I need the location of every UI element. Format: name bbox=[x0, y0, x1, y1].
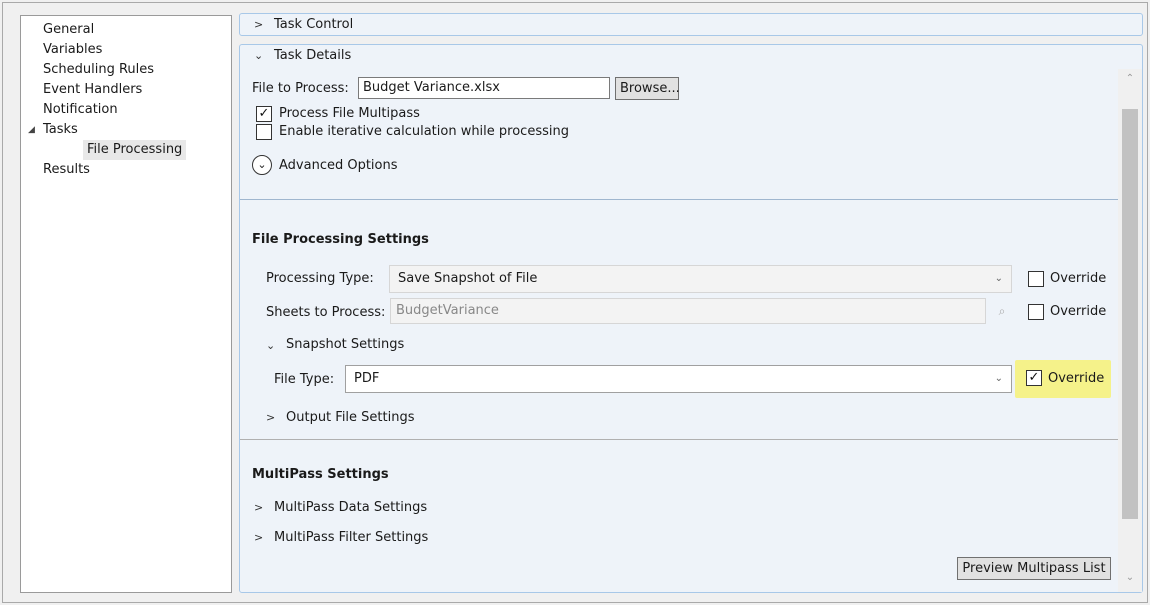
chevron-right-icon: > bbox=[254, 18, 264, 31]
task-details-label: Task Details bbox=[274, 48, 352, 63]
advanced-options-label[interactable]: Advanced Options bbox=[279, 158, 398, 173]
sheets-override-checkbox[interactable] bbox=[1028, 304, 1044, 320]
processing-type-override-checkbox[interactable] bbox=[1028, 271, 1044, 287]
file-type-override-label: Override bbox=[1048, 371, 1105, 386]
tree-item-general[interactable]: General bbox=[43, 20, 94, 40]
tree-item-notification[interactable]: Notification bbox=[43, 100, 118, 120]
task-details-content: File to Process: Budget Variance.xlsx Br… bbox=[240, 69, 1142, 592]
output-file-settings-label[interactable]: Output File Settings bbox=[286, 410, 415, 425]
chevron-right-icon[interactable]: > bbox=[254, 531, 263, 544]
snapshot-settings-label[interactable]: Snapshot Settings bbox=[286, 337, 404, 352]
section-divider bbox=[240, 439, 1142, 440]
task-control-label: Task Control bbox=[274, 17, 354, 32]
chevron-right-icon[interactable]: > bbox=[254, 501, 263, 514]
multipass-title: MultiPass Settings bbox=[252, 467, 389, 482]
tree-item-scheduling-rules[interactable]: Scheduling Rules bbox=[43, 60, 154, 80]
chevron-down-icon: ⌄ bbox=[994, 273, 1003, 284]
file-type-label: File Type: bbox=[274, 372, 335, 387]
sheets-to-process-input[interactable]: BudgetVariance bbox=[390, 298, 986, 324]
tree-item-variables[interactable]: Variables bbox=[43, 40, 102, 60]
expand-circle-icon[interactable]: ⌄ bbox=[252, 155, 272, 175]
file-type-value: PDF bbox=[354, 371, 380, 386]
scroll-up-icon[interactable]: ⌃ bbox=[1118, 73, 1142, 89]
iterative-calc-checkbox[interactable] bbox=[256, 124, 272, 140]
tree-item-results[interactable]: Results bbox=[43, 160, 90, 180]
tree-expand-icon[interactable]: ◢ bbox=[28, 120, 40, 140]
file-type-override-checkbox[interactable]: ✓ bbox=[1026, 370, 1042, 386]
chevron-right-icon[interactable]: > bbox=[266, 411, 275, 424]
iterative-calc-label: Enable iterative calculation while proce… bbox=[279, 124, 569, 139]
file-processing-title: File Processing Settings bbox=[252, 232, 429, 247]
processing-type-select[interactable]: Save Snapshot of File ⌄ bbox=[389, 265, 1012, 293]
tree-item-event-handlers[interactable]: Event Handlers bbox=[43, 80, 142, 100]
processing-type-label: Processing Type: bbox=[266, 271, 374, 286]
processing-type-override-label: Override bbox=[1050, 271, 1107, 286]
task-details-group: ⌄ Task Details File to Process: Budget Va… bbox=[239, 44, 1143, 593]
file-type-select[interactable]: PDF ⌄ bbox=[345, 365, 1012, 393]
chevron-down-icon: ⌄ bbox=[994, 373, 1003, 384]
preview-multipass-button[interactable]: Preview Multipass List bbox=[957, 557, 1111, 580]
tree-item-file-processing[interactable]: File Processing bbox=[83, 140, 187, 160]
lookup-icon[interactable]: ⌕ bbox=[992, 301, 1012, 321]
process-multipass-checkbox[interactable]: ✓ bbox=[256, 106, 272, 122]
scroll-thumb[interactable] bbox=[1122, 109, 1138, 519]
task-details-header[interactable]: ⌄ Task Details bbox=[240, 45, 1142, 67]
section-divider bbox=[240, 199, 1142, 200]
scroll-down-icon[interactable]: ⌄ bbox=[1118, 572, 1142, 588]
tree-item-tasks[interactable]: Tasks bbox=[43, 120, 78, 140]
task-control-group: > Task Control bbox=[239, 13, 1143, 36]
task-control-header[interactable]: > Task Control bbox=[240, 14, 1142, 36]
file-to-process-label: File to Process: bbox=[252, 81, 349, 96]
file-to-process-input[interactable]: Budget Variance.xlsx bbox=[358, 77, 610, 99]
sheets-to-process-value: BudgetVariance bbox=[396, 303, 499, 318]
chevron-down-icon[interactable]: ⌄ bbox=[266, 339, 275, 352]
processing-type-value: Save Snapshot of File bbox=[398, 271, 538, 286]
multipass-data-settings-label[interactable]: MultiPass Data Settings bbox=[274, 500, 427, 515]
multipass-filter-settings-label[interactable]: MultiPass Filter Settings bbox=[274, 530, 428, 545]
browse-button[interactable]: Browse... bbox=[615, 77, 680, 100]
process-multipass-label: Process File Multipass bbox=[279, 106, 420, 121]
vertical-scrollbar[interactable]: ⌃ ⌄ bbox=[1118, 69, 1142, 592]
chevron-down-icon: ⌄ bbox=[254, 49, 264, 62]
sheets-to-process-label: Sheets to Process: bbox=[266, 305, 386, 320]
navigation-tree: General Variables Scheduling Rules Event… bbox=[20, 15, 232, 593]
sheets-override-label: Override bbox=[1050, 304, 1107, 319]
